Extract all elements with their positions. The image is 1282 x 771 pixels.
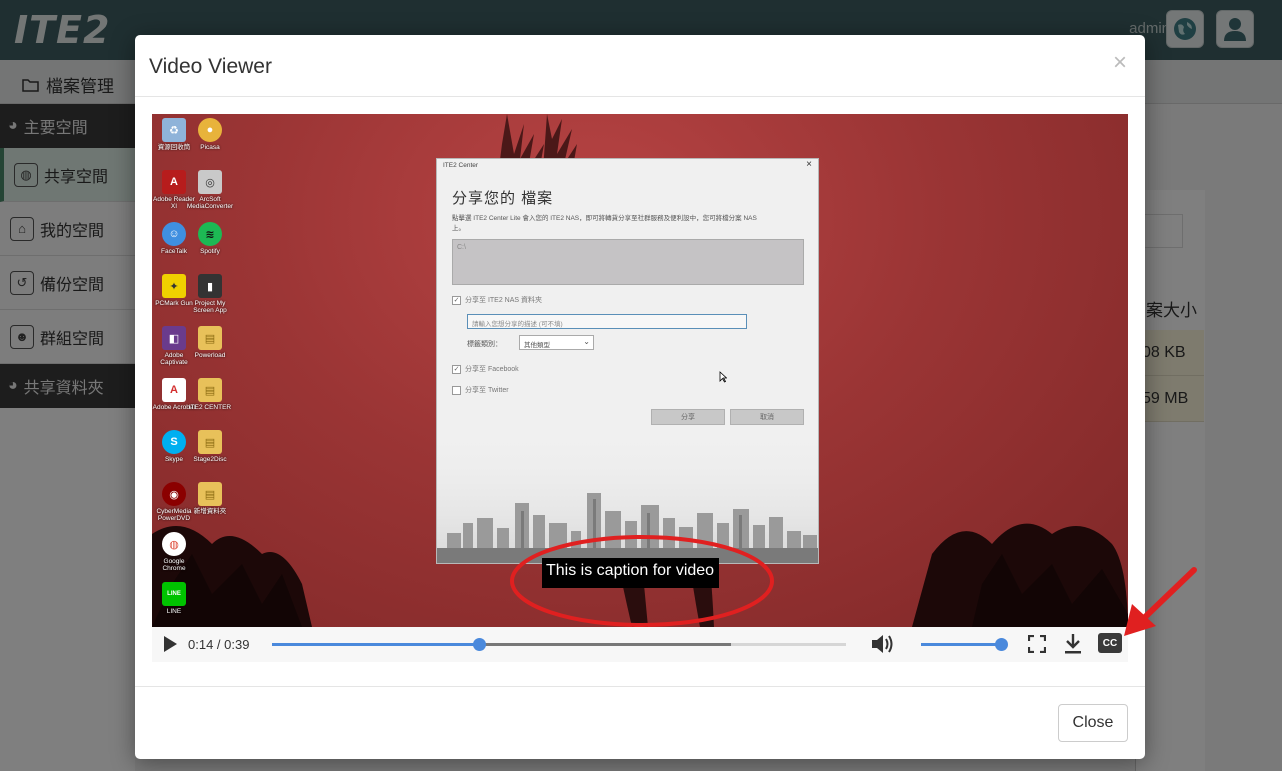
played-progress xyxy=(272,643,479,646)
modal-title: Video Viewer xyxy=(149,55,272,78)
checkbox-share-nas: ✓ 分享至 ITE2 NAS 資料夾 xyxy=(452,295,543,305)
desktop-icon: ◍ Google Chrome xyxy=(152,532,196,572)
modal-header: Video Viewer × xyxy=(135,35,1145,97)
close-icon[interactable]: × xyxy=(1113,49,1127,77)
checkbox-icon: ✓ xyxy=(452,295,461,305)
video-controls: 0:14 / 0:39 CC xyxy=(152,627,1128,662)
city-skyline xyxy=(437,423,818,563)
desktop-icon: ▤ ITE2 CENTER xyxy=(188,378,232,411)
video-caption: This is caption for video xyxy=(542,558,720,588)
recycle-bin-icon: ♻ xyxy=(162,118,186,142)
desktop-icon: ≋ Spotify xyxy=(188,222,232,255)
phone-icon: ▮ xyxy=(198,274,222,298)
inner-window-titlebar: ITE2 Center × xyxy=(443,159,812,170)
desktop-icon: LINE LINE xyxy=(152,582,196,615)
category-select: 其他類型 ⌄ xyxy=(519,335,594,350)
chevron-down-icon: ⌄ xyxy=(583,337,590,346)
checkbox-icon: ✓ xyxy=(452,364,461,374)
line-icon: LINE xyxy=(162,582,186,606)
folder-icon: ▤ xyxy=(198,482,222,506)
desktop-icon: ▤ Powerload xyxy=(188,326,232,359)
checkbox-icon xyxy=(452,385,461,395)
video-inner-window: ITE2 Center × 分享您的 檔案 點擊選 ITE2 Center Li… xyxy=(436,158,819,564)
desktop-icon: ● Picasa xyxy=(188,118,232,151)
checkbox-share-twitter: 分享至 Twitter xyxy=(452,385,509,395)
folder-icon: ▤ xyxy=(198,326,222,350)
folder-icon: ▤ xyxy=(198,378,222,402)
inner-window-description: 點擊選 ITE2 Center Lite 會入您的 ITE2 NAS，即可將轉貨… xyxy=(452,215,757,232)
closed-captions-button[interactable]: CC xyxy=(1098,633,1122,653)
captivate-icon: ◧ xyxy=(162,326,186,350)
video-viewer-modal: Video Viewer × ♻ 資源回收筒 ● Picasa A Adobe … xyxy=(135,35,1145,759)
volume-icon[interactable] xyxy=(870,633,896,655)
fullscreen-icon[interactable] xyxy=(1028,635,1046,653)
close-button[interactable]: Close xyxy=(1058,704,1128,742)
volume-level xyxy=(921,643,1001,646)
facetalk-icon: ☺ xyxy=(162,222,186,246)
time-display: 0:14 / 0:39 xyxy=(188,637,250,652)
arcsoft-icon: ◎ xyxy=(198,170,222,194)
video-player[interactable]: ♻ 資源回收筒 ● Picasa A Adobe Reader XI ◎ Arc… xyxy=(152,114,1128,627)
acrobat-icon: A xyxy=(162,378,186,402)
skype-icon: S xyxy=(162,430,186,454)
modal-footer: Close xyxy=(135,686,1145,759)
chrome-icon: ◍ xyxy=(162,532,186,556)
folder-icon: ▤ xyxy=(198,430,222,454)
adobe-reader-icon: A xyxy=(162,170,186,194)
desktop-icon: ◎ ArcSoft MediaConverter xyxy=(187,170,233,210)
inner-window-description-input: 請輸入您想分享的描述 (可不填) xyxy=(467,314,747,329)
inner-window-path-field: C:\ xyxy=(452,239,804,285)
inner-window-heading: 分享您的 檔案 xyxy=(452,190,554,207)
checkbox-share-facebook: ✓ 分享至 Facebook xyxy=(452,364,519,374)
pcmark-icon: ✦ xyxy=(162,274,186,298)
seek-bar[interactable] xyxy=(272,638,846,651)
seek-handle[interactable] xyxy=(472,638,486,651)
powerdvd-icon: ◉ xyxy=(162,482,186,506)
play-icon[interactable] xyxy=(162,635,178,653)
volume-handle[interactable] xyxy=(995,638,1008,651)
picasa-icon: ● xyxy=(198,118,222,142)
download-icon[interactable] xyxy=(1063,633,1083,655)
desktop-icon: ▤ 新增資料夾 xyxy=(188,482,232,515)
mouse-cursor-icon xyxy=(719,371,727,383)
desktop-icon: ▤ Stage2Disc xyxy=(188,430,232,463)
close-icon: × xyxy=(806,159,812,170)
spotify-icon: ≋ xyxy=(198,222,222,246)
category-label: 標籤類別： xyxy=(467,341,502,348)
volume-slider[interactable] xyxy=(921,638,1008,651)
desktop-icon: ▮ Project My Screen App xyxy=(188,274,232,314)
